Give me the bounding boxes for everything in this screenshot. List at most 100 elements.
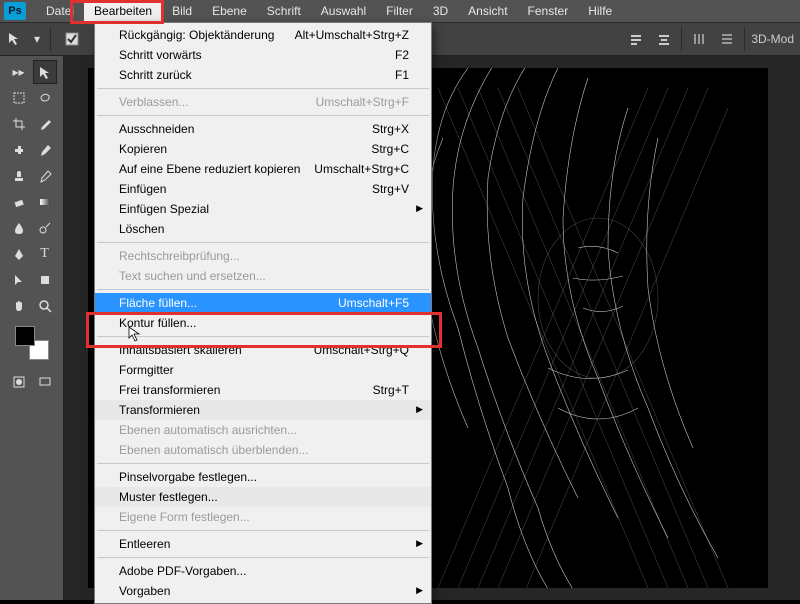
lasso-tool[interactable] <box>33 86 57 110</box>
menu-item[interactable]: Auf eine Ebene reduziert kopieren Umschal… <box>95 159 431 179</box>
menu-item-label: Auf eine Ebene reduziert kopieren <box>119 162 300 176</box>
menu-bild[interactable]: Bild <box>162 1 202 21</box>
menu-item[interactable]: Einfügen Strg+V <box>95 179 431 199</box>
menu-item[interactable]: Entleeren ▶ <box>95 534 431 554</box>
menu-item-label: Formgitter <box>119 363 174 377</box>
menu-item[interactable]: AusschneidenStrg+X <box>95 119 431 139</box>
menu-item[interactable]: Transformieren ▶ <box>95 400 431 420</box>
menu-item-label: Löschen <box>119 222 164 236</box>
menu-item[interactable]: Schritt vorwärts F2 <box>95 45 431 65</box>
screenmode-icon[interactable] <box>33 370 57 394</box>
hand-tool[interactable] <box>7 294 31 318</box>
menu-item-label: Einfügen Spezial <box>119 202 209 216</box>
type-tool[interactable]: T <box>33 242 57 266</box>
menu-item-label: Schritt vorwärts <box>119 48 202 62</box>
align-icon[interactable] <box>625 28 647 50</box>
menu-item[interactable]: Kopieren Strg+C <box>95 139 431 159</box>
submenu-arrow-icon: ▶ <box>416 585 423 596</box>
color-swatches[interactable] <box>15 326 49 360</box>
shape-tool[interactable] <box>33 268 57 292</box>
gradient-tool[interactable] <box>33 190 57 214</box>
submenu-arrow-icon: ▶ <box>416 538 423 549</box>
menu-item-label: Einfügen <box>119 182 166 196</box>
distribute-icon[interactable] <box>716 28 738 50</box>
menu-filter[interactable]: Filter <box>376 1 423 21</box>
menu-ansicht[interactable]: Ansicht <box>458 1 517 21</box>
menu-fenster[interactable]: Fenster <box>518 1 579 21</box>
menu-3d[interactable]: 3D <box>423 1 458 21</box>
menu-item-label: Eigene Form festlegen... <box>119 510 250 524</box>
menu-auswahl[interactable]: Auswahl <box>311 1 376 21</box>
menu-item-shortcut: Strg+V <box>372 182 409 196</box>
menu-item-shortcut: Strg+X <box>372 122 409 136</box>
crop-tool[interactable] <box>7 112 31 136</box>
menu-item-shortcut: Strg+C <box>371 142 409 156</box>
menu-item-label: Entleeren <box>119 537 170 551</box>
quickmask-icon[interactable] <box>7 370 31 394</box>
menu-item-label: Vorgaben <box>119 584 170 598</box>
submenu-arrow-icon: ▶ <box>416 404 423 415</box>
foreground-color-swatch[interactable] <box>15 326 35 346</box>
dodge-tool[interactable] <box>33 216 57 240</box>
menu-item[interactable]: Pinselvorgabe festlegen... <box>95 467 431 487</box>
stamp-tool[interactable] <box>7 164 31 188</box>
heal-tool[interactable] <box>7 138 31 162</box>
move-tool-icon[interactable] <box>6 30 24 48</box>
zoom-tool[interactable] <box>33 294 57 318</box>
menu-item-label: Kopieren <box>119 142 167 156</box>
menu-item-shortcut: Umschalt+F5 <box>338 296 409 310</box>
menu-item[interactable]: Schritt zurück F1 <box>95 65 431 85</box>
menu-item-label: Rechtschreibprüfung... <box>119 249 240 263</box>
menu-item[interactable]: Adobe PDF-Vorgaben... <box>95 561 431 581</box>
menu-item[interactable]: Frei transformieren Strg+T <box>95 380 431 400</box>
menu-item: Ebenen automatisch ausrichten... <box>95 420 431 440</box>
menu-item: Eigene Form festlegen... <box>95 507 431 527</box>
checkbox-autoselect[interactable] <box>61 28 83 50</box>
history-brush-tool[interactable] <box>33 164 57 188</box>
menu-item-label: Transformieren <box>119 403 200 417</box>
menu-item: Text suchen und ersetzen... <box>95 266 431 286</box>
eraser-tool[interactable] <box>7 190 31 214</box>
mode-3d-label[interactable]: 3D-Mod <box>751 32 794 46</box>
menu-item[interactable]: Rückgängig: ObjektänderungAlt+Umschalt+S… <box>95 25 431 45</box>
menu-item[interactable]: Vorgaben ▶ <box>95 581 431 601</box>
menu-item-label: Text suchen und ersetzen... <box>119 269 266 283</box>
menu-item[interactable]: Muster festlegen... <box>95 487 431 507</box>
eyedropper-tool[interactable] <box>33 112 57 136</box>
move-tool[interactable] <box>33 60 57 84</box>
menu-item-label: Fläche füllen... <box>119 296 197 310</box>
menu-hilfe[interactable]: Hilfe <box>578 1 622 21</box>
menu-item-shortcut: Umschalt+Strg+C <box>314 162 409 176</box>
distribute-icon[interactable] <box>688 28 710 50</box>
menu-item-label: Ebenen automatisch überblenden... <box>119 443 308 457</box>
menu-item[interactable]: Fläche füllen... Umschalt+F5 <box>95 293 431 313</box>
menu-item[interactable]: Formgitter <box>95 360 431 380</box>
menu-item-shortcut: Strg+T <box>373 383 409 397</box>
menu-item-label: Schritt zurück <box>119 68 192 82</box>
marquee-tool[interactable] <box>7 86 31 110</box>
annotation-highlight-menu <box>70 0 164 24</box>
path-select-tool[interactable] <box>7 268 31 292</box>
brush-tool[interactable] <box>33 138 57 162</box>
menu-item-label: Muster festlegen... <box>119 490 218 504</box>
menu-item-shortcut: F2 <box>395 48 409 62</box>
submenu-arrow-icon: ▶ <box>416 203 423 214</box>
menu-item-shortcut: Umschalt+Strg+F <box>316 95 409 109</box>
pen-tool[interactable] <box>7 242 31 266</box>
app-logo: Ps <box>4 2 26 20</box>
menu-schrift[interactable]: Schrift <box>257 1 311 21</box>
menu-item-label: Adobe PDF-Vorgaben... <box>119 564 246 578</box>
menu-item: Verblassen... Umschalt+Strg+F <box>95 92 431 112</box>
menu-item-label: Frei transformieren <box>119 383 220 397</box>
blur-tool[interactable] <box>7 216 31 240</box>
menu-ebene[interactable]: Ebene <box>202 1 257 21</box>
menu-item-label: Verblassen... <box>119 95 188 109</box>
menu-item-shortcut: F1 <box>395 68 409 82</box>
cursor-icon <box>128 326 144 342</box>
collapse-icon[interactable]: ▸▸ <box>7 60 31 84</box>
menu-item[interactable]: Einfügen Spezial ▶ <box>95 199 431 219</box>
menu-item-shortcut: Alt+Umschalt+Strg+Z <box>295 28 409 42</box>
menu-item[interactable]: Löschen <box>95 219 431 239</box>
align-icon[interactable] <box>653 28 675 50</box>
tools-panel: ▸▸ T <box>0 56 64 600</box>
